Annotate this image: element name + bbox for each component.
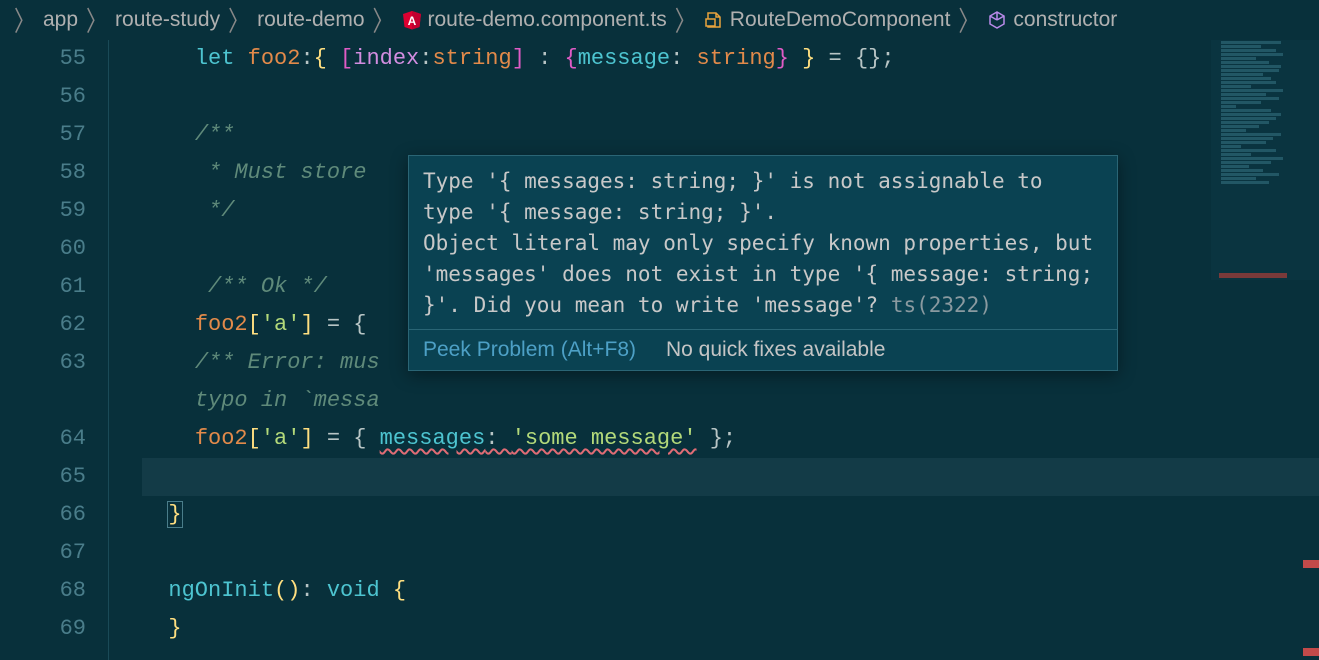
breadcrumb: 〉 app 〉 route-study 〉 route-demo 〉 A rou…: [0, 0, 1319, 40]
peek-problem-link[interactable]: Peek Problem (Alt+F8): [423, 338, 636, 362]
error-token-messages[interactable]: messages: [380, 426, 486, 451]
code-line[interactable]: /**: [142, 116, 1319, 154]
method-icon: [987, 10, 1007, 30]
minimap[interactable]: [1211, 40, 1319, 280]
line-number: 62: [0, 306, 86, 344]
error-hover-tooltip: Type '{ messages: string; }' is not assi…: [408, 155, 1118, 371]
line-number: 69: [0, 610, 86, 648]
line-number: 60: [0, 230, 86, 268]
breadcrumb-segment-route-demo[interactable]: route-demo: [257, 8, 364, 32]
code-line[interactable]: }: [142, 610, 1319, 648]
line-number: 63: [0, 344, 86, 382]
overview-error-marker: [1303, 648, 1319, 656]
breadcrumb-segment-app[interactable]: app: [43, 8, 78, 32]
chevron-right-icon: 〉: [228, 1, 249, 40]
line-number: 66: [0, 496, 86, 534]
code-line[interactable]: [142, 78, 1319, 116]
line-number: 58: [0, 154, 86, 192]
code-line-error[interactable]: foo2['a'] = { messages: 'some message' }…: [142, 420, 1319, 458]
line-number: 56: [0, 78, 86, 116]
no-quick-fixes-label: No quick fixes available: [666, 338, 885, 362]
minimap-error-marker: [1219, 273, 1287, 278]
code-line[interactable]: typo in `messa: [142, 382, 1319, 420]
line-number: 64: [0, 420, 86, 458]
code-line[interactable]: [142, 534, 1319, 572]
chevron-right-icon: 〉: [86, 1, 107, 40]
breadcrumb-segment-method[interactable]: constructor: [987, 8, 1117, 32]
error-message: Type '{ messages: string; }' is not assi…: [409, 156, 1117, 329]
code-line[interactable]: let foo2:{ [index:string] : {message: st…: [142, 40, 1319, 78]
line-number: 67: [0, 534, 86, 572]
line-number: [0, 382, 86, 420]
chevron-right-icon: 〉: [958, 1, 979, 40]
chevron-right-icon: 〉: [14, 1, 35, 40]
code-line[interactable]: ngOnInit(): void {: [142, 572, 1319, 610]
chevron-right-icon: 〉: [675, 1, 696, 40]
hover-actions: Peek Problem (Alt+F8) No quick fixes ava…: [409, 329, 1117, 370]
fold-ruler: [108, 40, 132, 660]
code-line-current[interactable]: [142, 458, 1319, 496]
breadcrumb-segment-route-study[interactable]: route-study: [115, 8, 220, 32]
line-number: 61: [0, 268, 86, 306]
class-icon: [704, 10, 724, 30]
chevron-right-icon: 〉: [373, 1, 394, 40]
angular-icon: A: [402, 10, 422, 30]
line-number: 59: [0, 192, 86, 230]
svg-text:A: A: [407, 14, 416, 28]
line-number: 68: [0, 572, 86, 610]
line-number: 55: [0, 40, 86, 78]
overview-error-marker: [1303, 560, 1319, 568]
line-number: 65: [0, 458, 86, 496]
line-number-gutter: 55 56 57 58 59 60 61 62 63 64 65 66 67 6…: [0, 40, 108, 660]
code-line[interactable]: }: [142, 496, 1319, 534]
line-number: 57: [0, 116, 86, 154]
breadcrumb-segment-file[interactable]: A route-demo.component.ts: [402, 8, 667, 32]
error-code: ts(2322): [891, 293, 992, 317]
breadcrumb-segment-class[interactable]: RouteDemoComponent: [704, 8, 951, 32]
